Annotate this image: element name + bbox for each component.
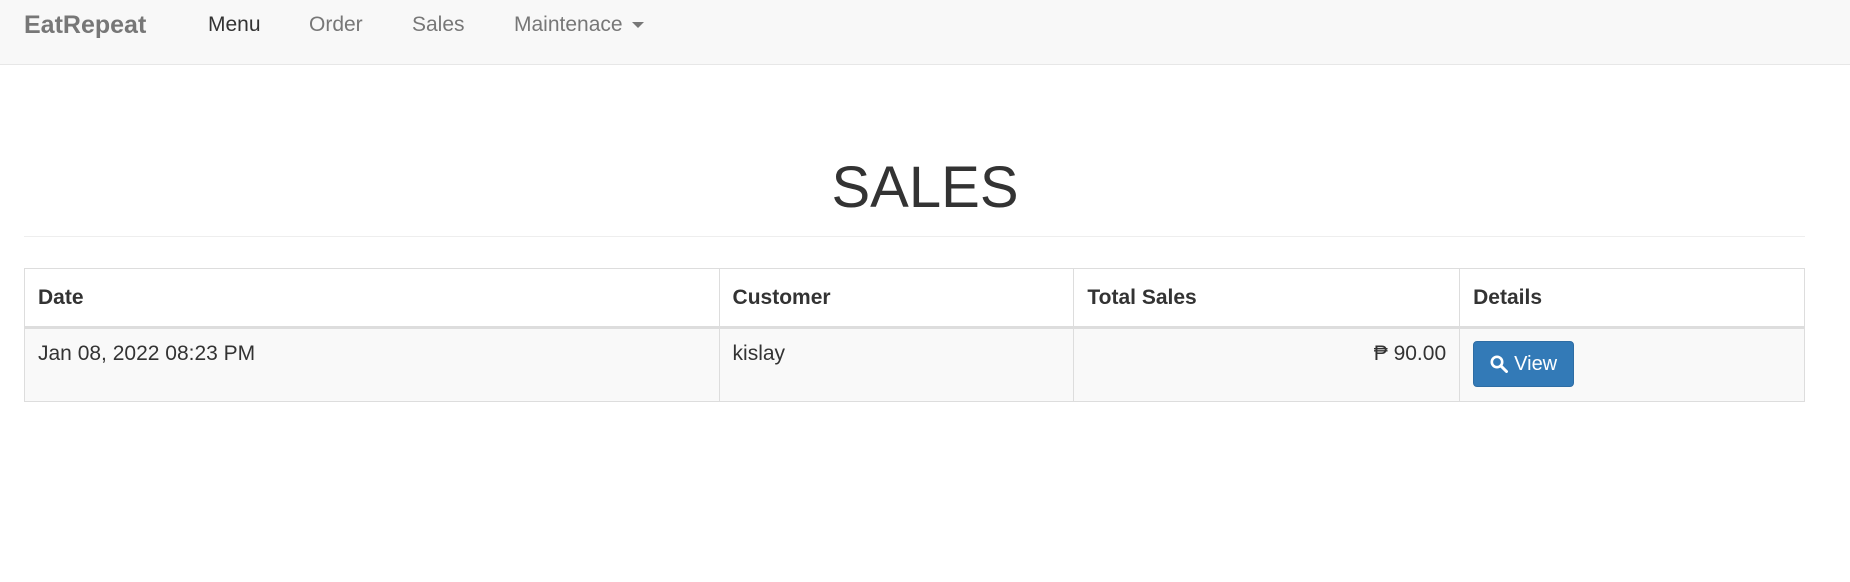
column-header-date: Date <box>24 268 720 329</box>
cell-customer: kislay <box>718 327 1075 402</box>
column-header-details: Details <box>1459 268 1805 329</box>
cell-total-sales: ₱ 90.00 <box>1073 327 1461 402</box>
cell-date: Jan 08, 2022 08:23 PM <box>24 327 720 402</box>
view-details-button[interactable]: View <box>1473 341 1575 387</box>
cell-details: View <box>1459 327 1805 402</box>
view-button-label: View <box>1514 352 1558 375</box>
nav-order[interactable]: Order <box>309 11 363 39</box>
nav-maintenance-label: Maintenace <box>514 13 623 36</box>
chevron-down-icon <box>631 22 644 29</box>
top-navbar: EatRepeat Menu Order Sales Maintenace <box>0 0 1850 65</box>
table-header-row: Date Customer Total Sales Details <box>24 268 1805 329</box>
column-header-customer: Customer <box>718 268 1075 329</box>
page-title: SALES <box>831 155 1019 220</box>
nav-menu[interactable]: Menu <box>208 11 261 39</box>
column-header-total-sales: Total Sales <box>1073 268 1461 329</box>
nav-maintenance-dropdown[interactable]: Maintenace <box>514 11 644 39</box>
nav-sales[interactable]: Sales <box>412 11 465 39</box>
search-icon <box>1490 355 1509 373</box>
title-divider <box>24 236 1805 237</box>
table-row: Jan 08, 2022 08:23 PM kislay ₱ 90.00 Vie… <box>24 327 1805 402</box>
brand-logo-link[interactable]: EatRepeat <box>24 9 146 41</box>
sales-table: Date Customer Total Sales Details Jan 08… <box>24 268 1805 402</box>
